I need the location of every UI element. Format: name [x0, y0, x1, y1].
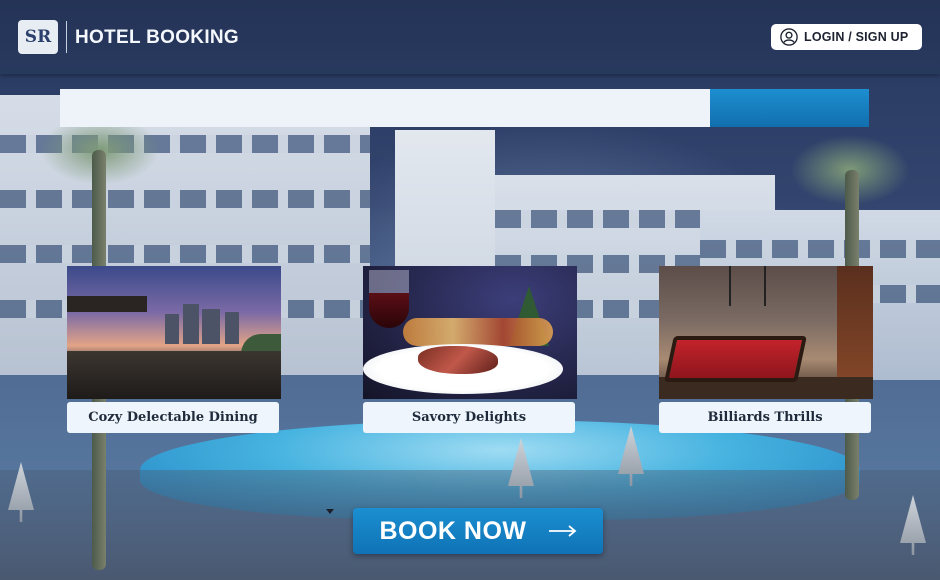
card-caption: Savory Delights [363, 402, 575, 433]
city-tower [165, 314, 179, 344]
card-caption: Cozy Delectable Dining [67, 402, 279, 433]
terrace-roof [67, 296, 147, 312]
feature-card-billiards[interactable]: Billiards Thrills [659, 266, 873, 433]
login-signup-label: LOGIN / SIGN UP [804, 30, 909, 44]
pool-table [664, 336, 807, 382]
user-icon [780, 28, 798, 46]
steak [418, 346, 498, 374]
login-signup-button[interactable]: LOGIN / SIGN UP [771, 24, 922, 50]
book-now-label: BOOK NOW [379, 516, 527, 545]
window-row [0, 245, 370, 263]
arrow-right-icon [548, 525, 576, 537]
city-tower [202, 309, 220, 344]
pendant-lamp [764, 266, 766, 306]
wine-glass [369, 270, 409, 328]
pendant-lamp [729, 266, 731, 306]
city-tower [225, 312, 239, 344]
top-header: SR HOTEL BOOKING LOGIN / SIGN UP [0, 0, 940, 74]
dining-terrace-image [67, 266, 281, 399]
banner-strip [60, 89, 710, 127]
feature-card-dining[interactable]: Cozy Delectable Dining [67, 266, 281, 433]
feature-card-food[interactable]: Savory Delights [363, 266, 577, 433]
window-row [0, 190, 370, 208]
card-caption: Billiards Thrills [659, 402, 871, 433]
logo-divider [66, 21, 67, 53]
banner-bar [60, 89, 869, 127]
logo-monogram: SR [24, 27, 52, 47]
billiards-room-image [659, 266, 873, 399]
chevron-down-icon [326, 509, 334, 514]
book-now-button[interactable]: BOOK NOW [353, 508, 603, 554]
window-row [700, 240, 940, 258]
site-title: HOTEL BOOKING [75, 27, 239, 48]
terrace-floor [67, 351, 281, 399]
logo-icon[interactable]: SR [18, 20, 58, 54]
savory-dish-image [363, 266, 577, 399]
food-spread [403, 318, 553, 346]
city-tower [183, 304, 199, 344]
